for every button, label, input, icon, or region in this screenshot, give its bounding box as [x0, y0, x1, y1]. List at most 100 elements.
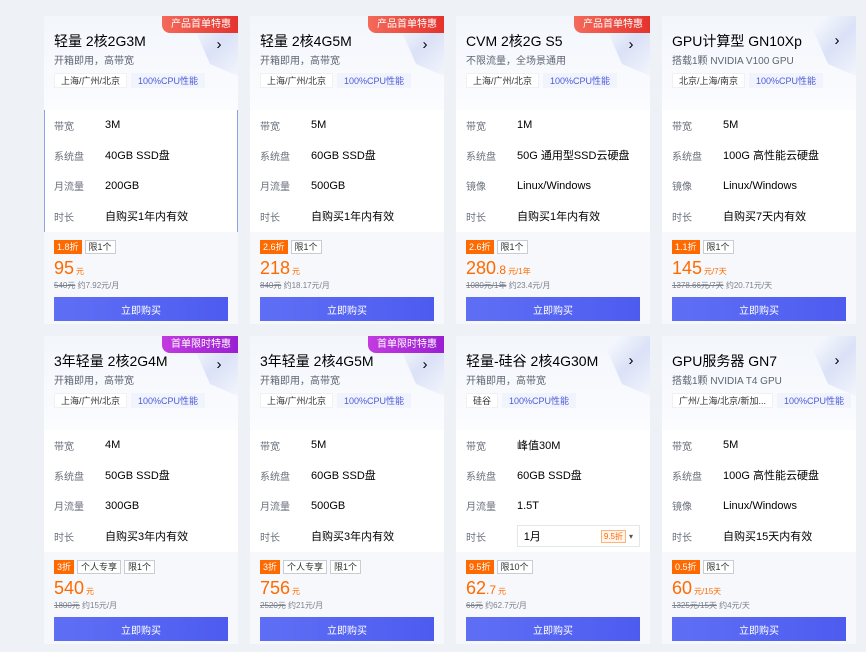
spec-row: 时长 自购买1年内有效	[260, 201, 434, 231]
tag-list: 硅谷 100%CPU性能	[466, 393, 640, 408]
spec-label: 时长	[260, 532, 280, 544]
product-title[interactable]: 轻量 2核4G5M	[260, 32, 434, 50]
spec-row: 时长 自购买3年内有效	[54, 521, 228, 551]
unit-price: 约62.7元/月	[485, 601, 527, 610]
product-title[interactable]: GPU计算型 GN10Xp	[672, 32, 846, 50]
spec-row: 系统盘 100G 高性能云硬盘	[672, 140, 846, 170]
limit-badge: 限1个	[496, 240, 528, 254]
spec-value: 5M	[723, 119, 739, 132]
buy-now-button[interactable]: 立即购买	[466, 297, 640, 321]
spec-label: 系统盘	[672, 471, 702, 483]
product-title[interactable]: GPU服务器 GN7	[672, 352, 846, 370]
region-tag: 上海/广州/北京	[466, 73, 540, 88]
original-price: 1325元/15天 约4元/天	[672, 600, 846, 611]
spec-value: 50G 通用型SSD云硬盘	[517, 150, 630, 163]
spec-value: 5M	[311, 119, 327, 132]
spec-value: 4M	[105, 439, 121, 452]
buy-now-button[interactable]: 立即购买	[672, 617, 846, 641]
spec-label: 带宽	[54, 441, 74, 453]
product-card[interactable]: 轻量-硅谷 2核4G30M › 开箱即用，高带宽 硅谷 100%CPU性能 带宽 峰值30M…	[456, 336, 650, 644]
spec-value: 1M	[517, 119, 533, 132]
spec-row: 系统盘 50G 通用型SSD云硬盘	[466, 140, 640, 170]
product-card[interactable]: 产品首单特惠 轻量 2核2G3M › 开箱即用，高带宽 上海/广州/北京 100%CPU性…	[44, 16, 238, 324]
spec-row: 时长 自购买3年内有效	[260, 521, 434, 551]
product-card[interactable]: 首单限时特惠 3年轻量 2核2G4M › 开箱即用，高带宽 上海/广州/北京 100%CP…	[44, 336, 238, 644]
spec-label: 镜像	[466, 182, 486, 194]
spec-label: 系统盘	[54, 151, 84, 163]
promo-ribbon: 首单限时特惠	[368, 336, 444, 353]
spec-row: 带宽 4M	[54, 430, 228, 460]
spec-row: 月流量 1.5T	[466, 491, 640, 521]
spec-list: 带宽 峰值30M 系统盘 60GB SSD盘 月流量 1.5T 时长 1月 9.5折 ▾	[456, 430, 650, 552]
unit-price: 约7.92元/月	[77, 281, 120, 290]
price-value: 62	[466, 578, 487, 598]
price-unit: 元/1年	[508, 267, 531, 276]
spec-value: 60GB SSD盘	[517, 470, 582, 483]
unit-price: 约20.71元/天	[725, 281, 773, 290]
spec-label: 带宽	[54, 121, 74, 133]
spec-row: 月流量 200GB	[54, 171, 228, 201]
spec-list: 带宽 5M 系统盘 100G 高性能云硬盘 镜像 Linux/Windows 时长 自购买15…	[662, 430, 856, 552]
spec-row: 月流量 300GB	[54, 491, 228, 521]
product-title[interactable]: 轻量-硅谷 2核4G30M	[466, 352, 640, 370]
product-subtitle: 开箱即用，高带宽	[466, 376, 546, 387]
product-card[interactable]: GPU服务器 GN7 › 搭载1颗 NVIDIA T4 GPU 广州/上海/北京/新加…	[662, 336, 856, 644]
badge-list: 2.6折 限1个	[466, 240, 640, 254]
promo-ribbon: 产品首单特惠	[368, 16, 444, 33]
card-header: 产品首单特惠 轻量 2核2G3M › 开箱即用，高带宽 上海/广州/北京 100%CPU性…	[44, 16, 238, 110]
unit-price: 约18.17元/月	[283, 281, 330, 290]
unit-price: 约4元/天	[719, 601, 750, 610]
price-unit: 元/15天	[694, 587, 722, 596]
buy-now-button[interactable]: 立即购买	[466, 617, 640, 641]
buy-now-button[interactable]: 立即购买	[54, 617, 228, 641]
unit-price: 约15元/月	[82, 601, 118, 610]
spec-row: 带宽 1M	[466, 110, 640, 140]
buy-now-button[interactable]: 立即购买	[260, 617, 434, 641]
spec-list: 带宽 5M 系统盘 60GB SSD盘 月流量 500GB 时长 自购买3年内有效	[250, 430, 444, 552]
spec-label: 系统盘	[54, 471, 84, 483]
spec-label: 时长	[672, 532, 692, 544]
price: 60 元/15天	[672, 577, 846, 599]
badge-list: 9.5折 限10个	[466, 560, 640, 574]
badge-list: 1.8折 限1个	[54, 240, 228, 254]
spec-label: 月流量	[260, 502, 290, 514]
chevron-right-icon[interactable]: ›	[828, 32, 846, 50]
spec-row: 系统盘 60GB SSD盘	[260, 140, 434, 170]
spec-row: 镜像 Linux/Windows	[466, 171, 640, 201]
product-title[interactable]: CVM 2核2G S5	[466, 32, 640, 50]
product-title[interactable]: 3年轻量 2核4G5M	[260, 352, 434, 370]
spec-list: 带宽 1M 系统盘 50G 通用型SSD云硬盘 镜像 Linux/Windows 时长 自购买…	[456, 110, 650, 232]
spec-value: Linux/Windows	[723, 179, 797, 192]
discount-badge: 2.6折	[260, 240, 288, 254]
buy-now-button[interactable]: 立即购买	[54, 297, 228, 321]
price-decimal: .7	[486, 583, 497, 597]
spec-row: 系统盘 60GB SSD盘	[260, 460, 434, 490]
product-card[interactable]: 首单限时特惠 3年轻量 2核4G5M › 开箱即用，高带宽 上海/广州/北京 100%CP…	[250, 336, 444, 644]
product-subtitle: 开箱即用，高带宽	[54, 376, 134, 387]
discount-badge: 1.8折	[54, 240, 82, 254]
card-header: 首单限时特惠 3年轻量 2核2G4M › 开箱即用，高带宽 上海/广州/北京 100%CP…	[44, 336, 238, 430]
badge-list: 2.6折 限1个	[260, 240, 434, 254]
product-title[interactable]: 轻量 2核2G3M	[54, 32, 228, 50]
duration-select[interactable]: 1月 9.5折 ▾	[516, 525, 640, 548]
price: 540 元	[54, 577, 228, 599]
badge-list: 0.5折 限1个	[672, 560, 846, 574]
spec-value: 500GB	[311, 499, 346, 512]
chevron-right-icon[interactable]: ›	[622, 352, 640, 370]
limit-badge: 限1个	[330, 560, 362, 574]
product-card[interactable]: 产品首单特惠 CVM 2核2G S5 › 不限流量，全场景通用 上海/广州/北京 100%…	[456, 16, 650, 324]
spec-label: 带宽	[466, 121, 486, 133]
product-title[interactable]: 3年轻量 2核2G4M	[54, 352, 228, 370]
buy-now-button[interactable]: 立即购买	[260, 297, 434, 321]
chevron-right-icon[interactable]: ›	[828, 352, 846, 370]
price-unit: 元	[498, 587, 507, 596]
chevron-down-icon: ▾	[628, 531, 633, 541]
original-price: 1080元/1年 约23.4元/月	[466, 280, 640, 291]
buy-now-button[interactable]: 立即购买	[672, 297, 846, 321]
cpu-performance-tag: 100%CPU性能	[543, 73, 618, 88]
product-card[interactable]: GPU计算型 GN10Xp › 搭载1颗 NVIDIA V100 GPU 北京/上海/…	[662, 16, 856, 324]
select-value: 1月	[523, 531, 541, 544]
product-card[interactable]: 产品首单特惠 轻量 2核4G5M › 开箱即用，高带宽 上海/广州/北京 100%CPU性…	[250, 16, 444, 324]
region-tag: 上海/广州/北京	[54, 393, 128, 408]
cpu-performance-tag: 100%CPU性能	[131, 393, 206, 408]
